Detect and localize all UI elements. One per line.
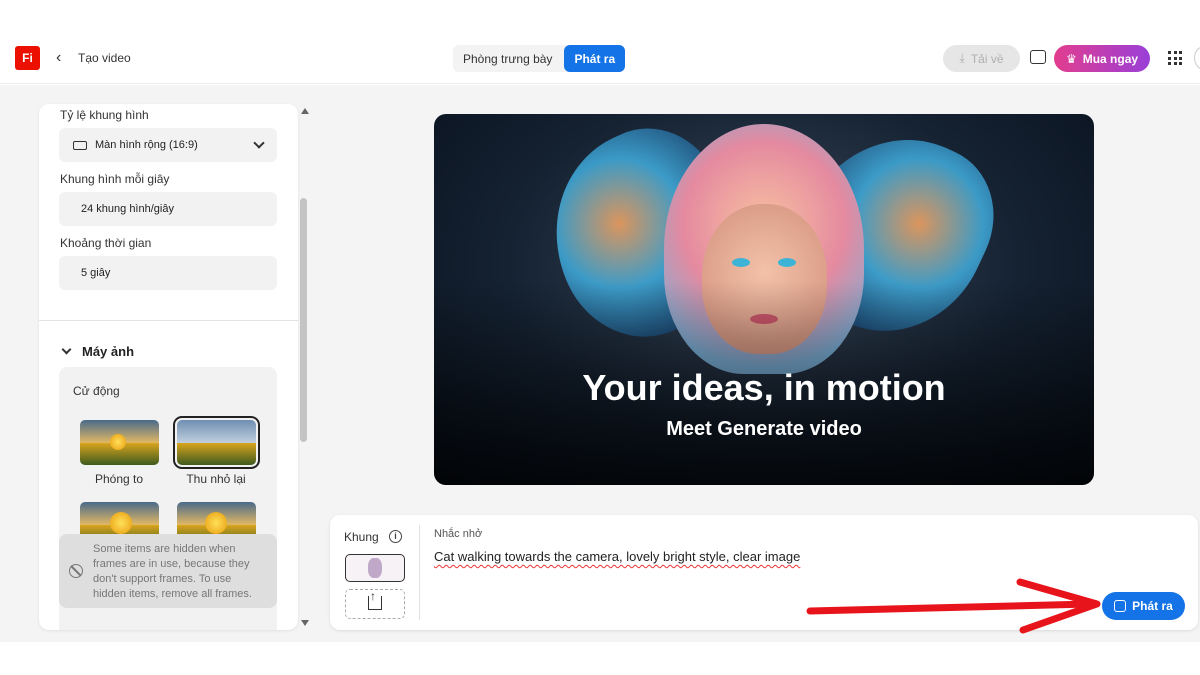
crown-icon: ♛: [1065, 51, 1077, 66]
motion-zoom-in-label: Phóng to: [94, 472, 144, 486]
feedback-icon[interactable]: [1030, 50, 1046, 64]
camera-section-title[interactable]: Máy ảnh: [82, 344, 134, 359]
prompt-label: Nhắc nhở: [434, 528, 483, 540]
top-bar: Fi ‹ Tạo video Phòng trưng bày Phát ra ⤓…: [0, 40, 1200, 84]
upload-icon: [368, 589, 382, 610]
divider: [39, 320, 298, 321]
hero-subtitle: Meet Generate video: [666, 418, 862, 440]
motion-zoom-out-thumbnail[interactable]: [173, 416, 260, 469]
frame-label: Khung: [344, 530, 379, 544]
widescreen-icon: [73, 140, 87, 150]
back-arrow-icon[interactable]: ‹: [56, 49, 61, 67]
generate-label: Phát ra: [1132, 599, 1173, 613]
hero-title: Your ideas, in motion: [582, 367, 946, 408]
generate-button[interactable]: Phát ra: [1102, 592, 1185, 620]
blocked-icon: [69, 564, 83, 578]
divider: [419, 525, 420, 620]
firefly-logo[interactable]: Fi: [15, 46, 40, 70]
motion-label: Cử động: [73, 384, 120, 398]
buy-now-button[interactable]: ♛ Mua ngay: [1054, 45, 1150, 72]
scroll-up-icon[interactable]: [301, 108, 309, 114]
aspect-ratio-select[interactable]: Màn hình rộng (16:9): [59, 128, 277, 162]
generate-icon: [1114, 600, 1127, 612]
chevron-down-icon[interactable]: [61, 344, 72, 355]
fps-select[interactable]: 24 khung hình/giây: [59, 192, 277, 226]
duration-label: Khoảng thời gian: [60, 236, 152, 250]
apps-grid-icon[interactable]: [1168, 51, 1182, 65]
red-arrow-annotation: [806, 578, 1101, 634]
buy-now-label: Mua ngay: [1082, 51, 1139, 66]
page-title[interactable]: Tạo video: [78, 51, 131, 65]
chevron-down-icon: [253, 137, 265, 149]
download-button[interactable]: ⤓ Tải về: [943, 45, 1020, 72]
view-tabs: Phòng trưng bày Phát ra: [453, 45, 626, 72]
hidden-items-text: Some items are hidden when frames are in…: [93, 543, 252, 600]
scroll-thumb[interactable]: [300, 198, 307, 442]
prompt-input[interactable]: Cat walking towards the camera, lovely b…: [434, 549, 800, 564]
duration-select[interactable]: 5 giây: [59, 256, 277, 290]
aspect-ratio-label: Tỷ lệ khung hình: [60, 108, 149, 122]
frame-thumbnail[interactable]: [345, 554, 405, 582]
tab-generate[interactable]: Phát ra: [564, 45, 626, 72]
upload-frame-button[interactable]: [345, 589, 405, 619]
fps-label: Khung hình mỗi giây: [60, 172, 170, 186]
tab-gallery[interactable]: Phòng trưng bày: [453, 45, 562, 72]
panel-scrollbar[interactable]: [298, 104, 312, 630]
preview-hero: Your ideas, in motion Meet Generate vide…: [434, 114, 1094, 485]
info-icon[interactable]: i: [389, 530, 402, 543]
fps-value: 24 khung hình/giây: [81, 203, 174, 215]
download-icon: ⤓: [959, 51, 965, 65]
avatar[interactable]: [1194, 45, 1200, 71]
cat-image: [368, 558, 382, 578]
scroll-down-icon[interactable]: [301, 620, 309, 626]
hidden-items-notice: Some items are hidden when frames are in…: [59, 534, 277, 608]
settings-panel: Tỷ lệ khung hình Màn hình rộng (16:9) Kh…: [39, 104, 298, 630]
motion-zoom-in-thumbnail[interactable]: [80, 420, 159, 465]
duration-value: 5 giây: [81, 267, 111, 279]
motion-zoom-out-label: Thu nhỏ lại: [186, 472, 246, 486]
aspect-ratio-value: Màn hình rộng (16:9): [95, 139, 198, 151]
download-label: Tải về: [970, 51, 1004, 66]
